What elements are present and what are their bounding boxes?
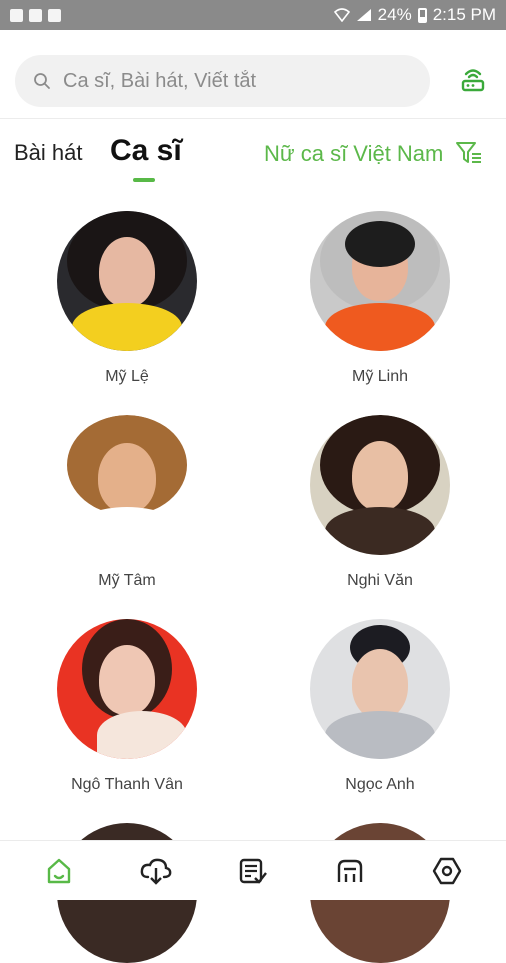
- nav-settings[interactable]: [429, 853, 465, 889]
- nav-playlist[interactable]: [235, 853, 271, 889]
- artist-name: Mỹ Tâm: [98, 572, 156, 589]
- artist-name: Ngọc Anh: [345, 776, 415, 793]
- status-indicators: 24% 2:15 PM: [333, 5, 496, 25]
- filter-icon[interactable]: [455, 140, 483, 166]
- search-input[interactable]: [61, 68, 405, 94]
- home-icon: [47, 858, 70, 883]
- battery-icon: [417, 7, 427, 23]
- nav-router[interactable]: [332, 853, 368, 889]
- artist-name: Nghi Văn: [347, 572, 413, 589]
- tab-songs[interactable]: Bài hát: [14, 140, 83, 166]
- cloud-download-icon: [140, 858, 172, 885]
- artist-card[interactable]: Mỹ Linh: [280, 211, 480, 386]
- bottom-navigation: [0, 840, 506, 900]
- header-divider: [0, 118, 506, 119]
- nav-home[interactable]: [41, 853, 77, 889]
- artist-name: Ngô Thanh Vân: [71, 776, 183, 793]
- artist-avatar: [57, 619, 197, 759]
- artist-avatar: [310, 619, 450, 759]
- tab-artists[interactable]: Ca sĩ: [110, 134, 182, 168]
- artist-avatar: [57, 415, 197, 555]
- filter-label[interactable]: Nữ ca sĩ Việt Nam: [264, 141, 443, 167]
- artist-card[interactable]: Mỹ Lệ: [27, 211, 227, 386]
- clock: 2:15 PM: [432, 5, 496, 24]
- artist-avatar: [57, 211, 197, 351]
- wifi-icon: [333, 8, 350, 22]
- playlist-check-icon: [239, 858, 267, 884]
- battery-percent: 24%: [377, 5, 412, 24]
- nav-cloud[interactable]: [138, 853, 174, 889]
- artist-card[interactable]: Ngô Thanh Vân: [27, 619, 227, 794]
- router-icon[interactable]: [458, 64, 488, 94]
- artist-card[interactable]: Mỹ Tâm: [27, 415, 227, 590]
- settings-hexagon-icon: [433, 857, 462, 884]
- search-bar[interactable]: [15, 55, 430, 107]
- notification-icons: [10, 8, 61, 22]
- artist-avatar: [310, 211, 450, 351]
- zalo-notification-icon: [29, 8, 42, 22]
- artist-card[interactable]: Ngọc Anh: [280, 619, 480, 794]
- artist-card[interactable]: Nghi Văn: [280, 415, 480, 590]
- active-tab-indicator: [133, 178, 155, 182]
- artist-name: Mỹ Linh: [351, 368, 409, 385]
- signal-icon: [356, 9, 371, 21]
- app-notification-icon: [48, 8, 61, 22]
- router-icon: [337, 859, 363, 882]
- artist-avatar: [310, 415, 450, 555]
- gallery-notification-icon: [10, 8, 23, 22]
- status-bar: 24% 2:15 PM: [0, 0, 506, 30]
- search-icon: [34, 73, 50, 89]
- artist-name: Mỹ Lệ: [105, 368, 149, 385]
